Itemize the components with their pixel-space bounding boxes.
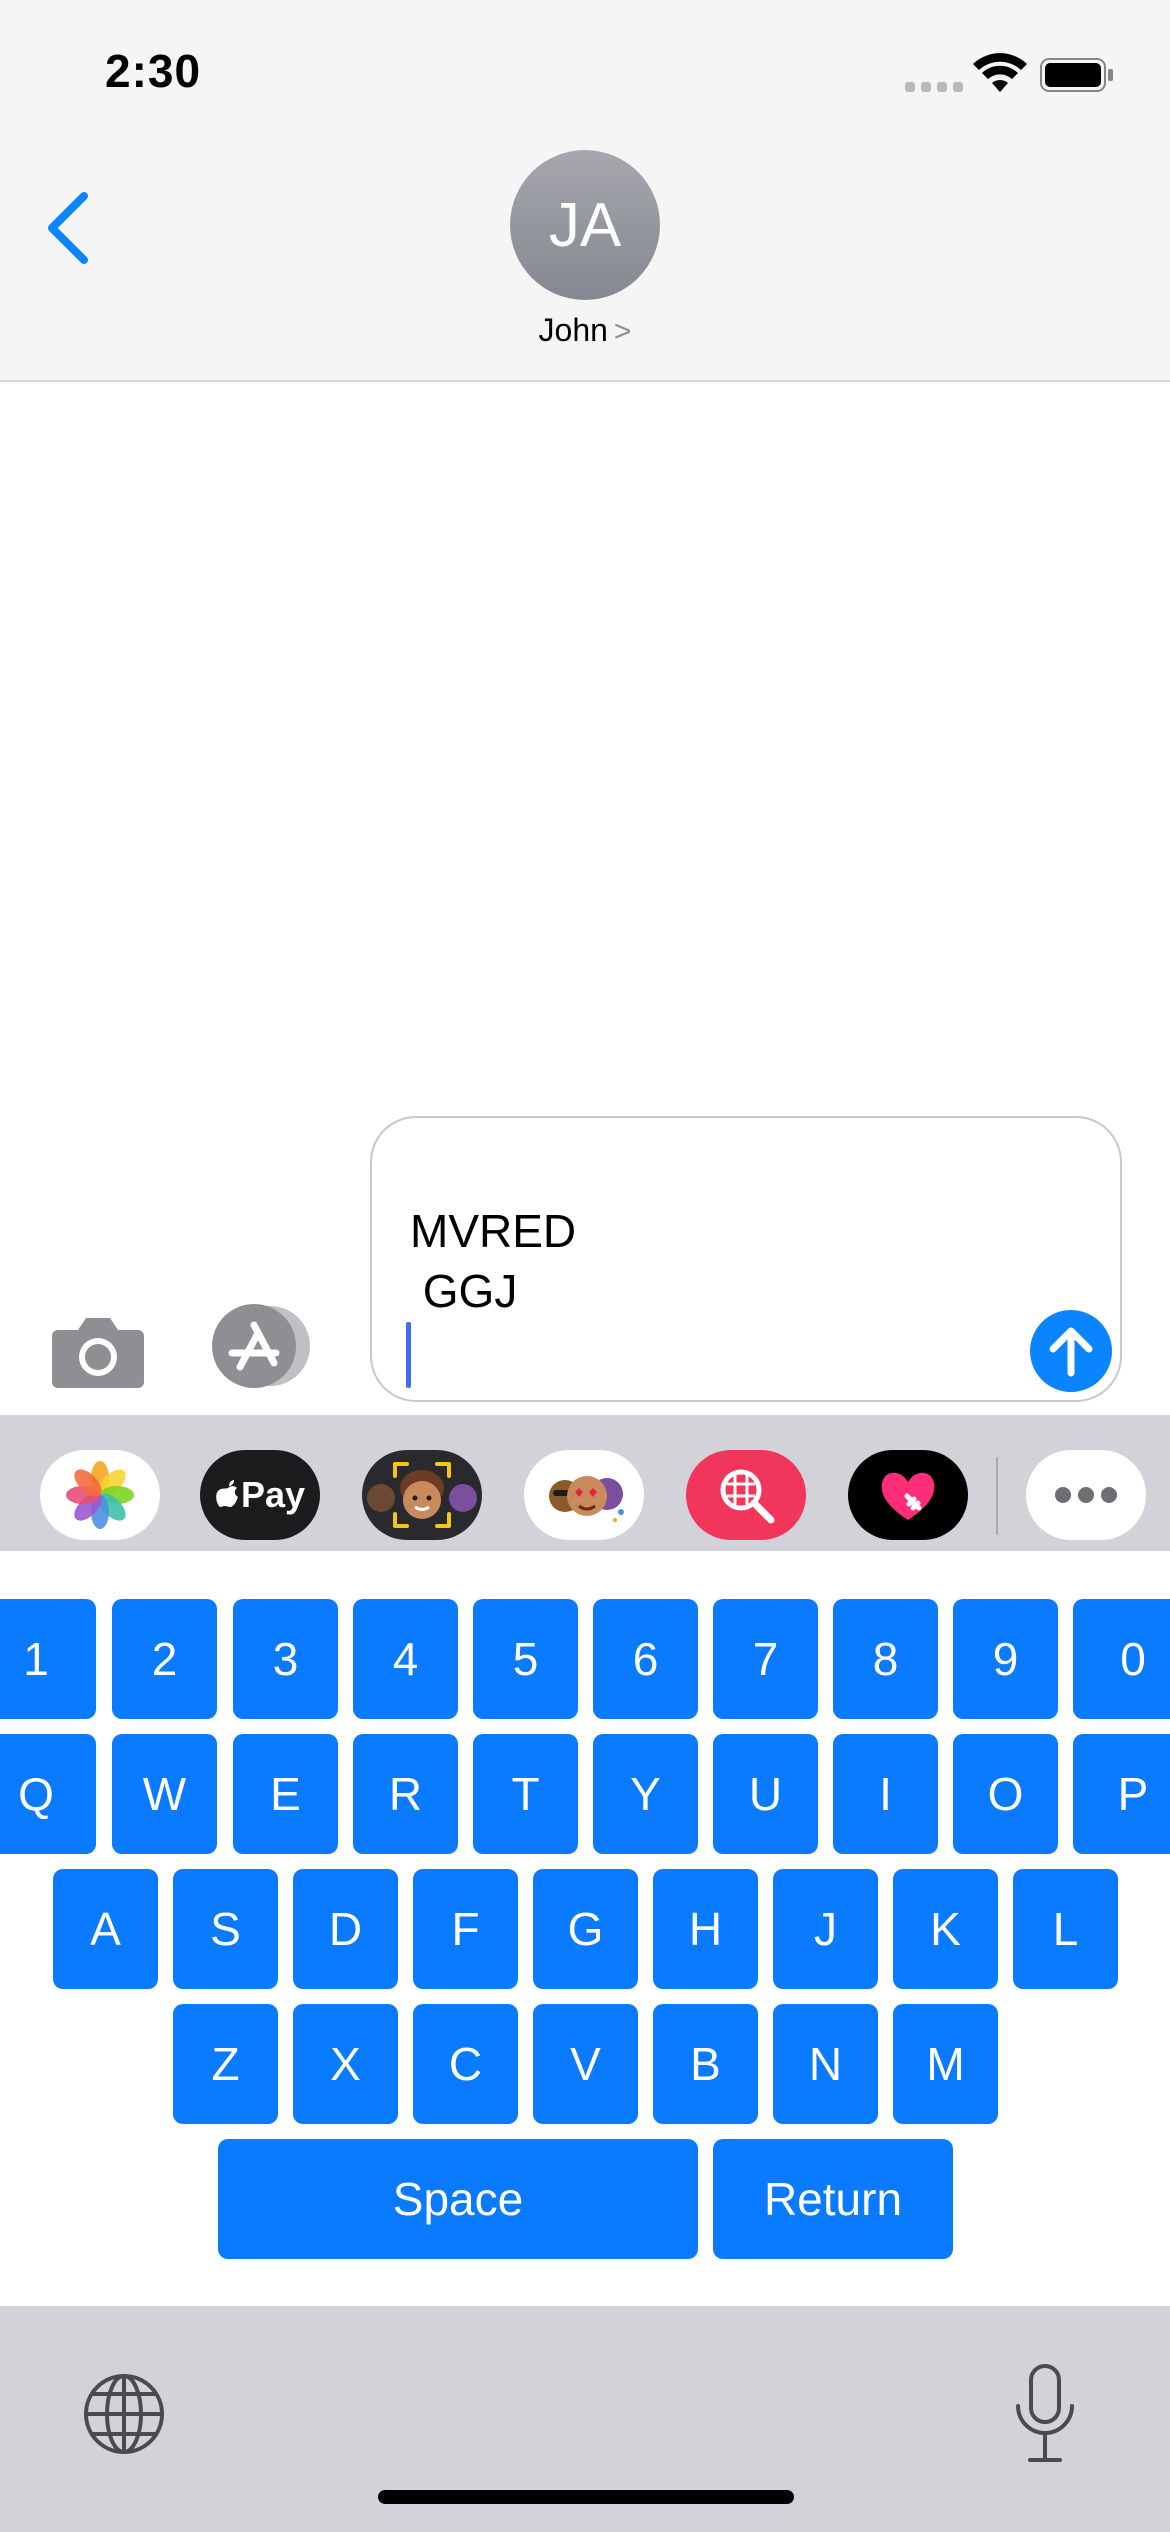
- key-h[interactable]: H: [653, 1869, 758, 1989]
- app-store-icon[interactable]: [208, 1303, 318, 1389]
- digital-touch-app-button[interactable]: [848, 1450, 968, 1540]
- imessage-app-strip: Pay: [0, 1415, 1170, 1551]
- text-cursor: [406, 1322, 411, 1388]
- space-key[interactable]: Space: [218, 2139, 698, 2259]
- key-7[interactable]: 7: [713, 1599, 818, 1719]
- key-3[interactable]: 3: [233, 1599, 338, 1719]
- key-o[interactable]: O: [953, 1734, 1058, 1854]
- wifi-icon: [973, 53, 1027, 92]
- keyboard: 1 2 3 4 5 6 7 8 9 0 Q W E R T Y U I O P …: [0, 1551, 1170, 2306]
- key-y[interactable]: Y: [593, 1734, 698, 1854]
- more-apps-button[interactable]: [1026, 1450, 1146, 1540]
- microphone-icon[interactable]: [1010, 2362, 1080, 2466]
- conversation-header: JA John >: [0, 140, 1170, 382]
- key-p[interactable]: P: [1073, 1734, 1170, 1854]
- battery-icon: [1040, 58, 1113, 92]
- key-f[interactable]: F: [413, 1869, 518, 1989]
- memoji-app-button[interactable]: [362, 1450, 482, 1540]
- return-key[interactable]: Return: [713, 2139, 953, 2259]
- message-text-line: MVRED: [410, 1205, 577, 1257]
- key-d[interactable]: D: [293, 1869, 398, 1989]
- key-r[interactable]: R: [353, 1734, 458, 1854]
- key-a[interactable]: A: [53, 1869, 158, 1989]
- key-i[interactable]: I: [833, 1734, 938, 1854]
- apple-logo-icon: [216, 1480, 238, 1507]
- cellular-signal-icon: [905, 82, 963, 92]
- key-g[interactable]: G: [533, 1869, 638, 1989]
- arrow-up-icon: [1049, 1327, 1093, 1377]
- image-search-icon: [720, 1469, 775, 1524]
- key-q[interactable]: Q: [0, 1734, 96, 1854]
- key-c[interactable]: C: [413, 2004, 518, 2124]
- status-bar: 2:30: [0, 0, 1170, 140]
- key-t[interactable]: T: [473, 1734, 578, 1854]
- message-text-line: GGJ: [410, 1265, 518, 1317]
- key-s[interactable]: S: [173, 1869, 278, 1989]
- strip-divider: [996, 1457, 998, 1535]
- contact-name-button[interactable]: John >: [0, 312, 1170, 349]
- apple-pay-label: Pay: [240, 1474, 306, 1515]
- key-j[interactable]: J: [773, 1869, 878, 1989]
- more-apps-icon: [1055, 1487, 1117, 1503]
- key-b[interactable]: B: [653, 2004, 758, 2124]
- image-search-app-button[interactable]: [686, 1450, 806, 1540]
- key-l[interactable]: L: [1013, 1869, 1118, 1989]
- chevron-right-icon: >: [613, 315, 632, 348]
- message-input[interactable]: MVRED GGJ: [370, 1116, 1122, 1402]
- memoji-app-icon: [367, 1462, 477, 1528]
- key-5[interactable]: 5: [473, 1599, 578, 1719]
- key-e[interactable]: E: [233, 1734, 338, 1854]
- key-2[interactable]: 2: [112, 1599, 217, 1719]
- key-u[interactable]: U: [713, 1734, 818, 1854]
- key-v[interactable]: V: [533, 2004, 638, 2124]
- key-w[interactable]: W: [112, 1734, 217, 1854]
- back-chevron-icon[interactable]: [44, 190, 92, 266]
- key-z[interactable]: Z: [173, 2004, 278, 2124]
- contact-name: John: [538, 312, 608, 348]
- key-8[interactable]: 8: [833, 1599, 938, 1719]
- keyboard-bottom-tray: [0, 2306, 1170, 2532]
- home-indicator: [378, 2490, 794, 2504]
- key-6[interactable]: 6: [593, 1599, 698, 1719]
- memoji-stickers-app-button[interactable]: [524, 1450, 644, 1540]
- key-4[interactable]: 4: [353, 1599, 458, 1719]
- contact-avatar[interactable]: JA: [510, 150, 660, 300]
- memoji-stickers-app-icon: [549, 1476, 624, 1522]
- key-1[interactable]: 1: [0, 1599, 96, 1719]
- key-0[interactable]: 0: [1073, 1599, 1170, 1719]
- key-9[interactable]: 9: [953, 1599, 1058, 1719]
- key-k[interactable]: K: [893, 1869, 998, 1989]
- digital-touch-icon: [881, 1472, 935, 1520]
- key-x[interactable]: X: [293, 2004, 398, 2124]
- send-button[interactable]: [1030, 1310, 1112, 1392]
- globe-icon[interactable]: [80, 2370, 168, 2458]
- key-m[interactable]: M: [893, 2004, 998, 2124]
- apple-pay-app-button[interactable]: Pay: [200, 1450, 320, 1540]
- camera-icon[interactable]: [50, 1310, 146, 1390]
- photos-app-button[interactable]: [40, 1450, 160, 1540]
- photos-app-icon: [66, 1461, 134, 1529]
- key-n[interactable]: N: [773, 2004, 878, 2124]
- status-time: 2:30: [105, 45, 202, 97]
